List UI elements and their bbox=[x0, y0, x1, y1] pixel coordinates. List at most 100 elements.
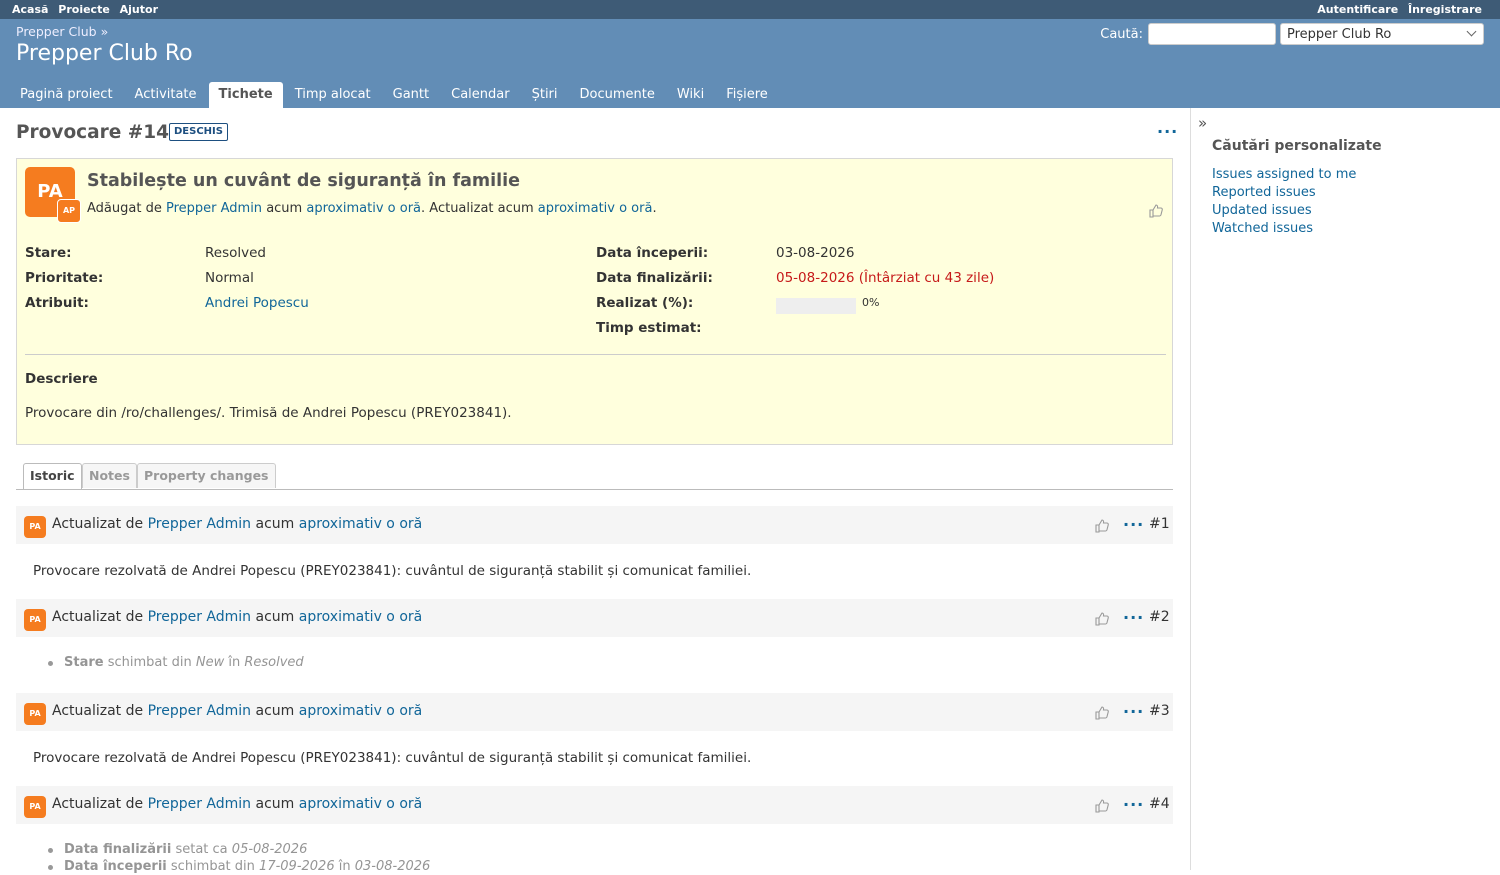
sidebar-toggle-icon[interactable]: » bbox=[1198, 114, 1207, 132]
sidebar-item-reported[interactable]: Reported issues bbox=[1212, 184, 1356, 202]
journal-author-link[interactable]: Prepper Admin bbox=[148, 609, 251, 625]
detail-new-value: Resolved bbox=[244, 655, 304, 670]
sidebar-heading: Căutări personalizate bbox=[1212, 138, 1382, 154]
project-jump-select[interactable]: Prepper Club Ro bbox=[1280, 23, 1484, 45]
avatar: PA bbox=[24, 796, 46, 818]
detail-field: Data începerii bbox=[64, 859, 167, 874]
journal-time-link[interactable]: aproximativ o oră bbox=[299, 796, 422, 812]
updated-time-link[interactable]: aproximativ o oră bbox=[538, 201, 653, 216]
top-menu-help[interactable]: Ajutor bbox=[120, 3, 158, 16]
thumbs-up-icon[interactable] bbox=[1094, 518, 1110, 534]
journal-time-link[interactable]: aproximativ o oră bbox=[299, 609, 422, 625]
search-label: Caută: bbox=[1100, 26, 1143, 42]
tab-gantt[interactable]: Gantt bbox=[383, 82, 439, 108]
journal-time-link[interactable]: aproximativ o oră bbox=[299, 516, 422, 532]
journal-author-line: Actualizat de Prepper Admin acum aproxim… bbox=[52, 796, 422, 812]
attr-assignee-label: Atribuit: bbox=[25, 295, 89, 311]
tab-files[interactable]: Fișiere bbox=[716, 82, 778, 108]
journal-note: Provocare rezolvată de Andrei Popescu (P… bbox=[33, 750, 752, 766]
tab-property-changes[interactable]: Property changes bbox=[137, 463, 276, 488]
journal-more-icon[interactable]: ··· bbox=[1123, 795, 1144, 814]
sidebar-item-assigned[interactable]: Issues assigned to me bbox=[1212, 166, 1356, 184]
journal-header: PA Actualizat de Prepper Admin acum apro… bbox=[16, 599, 1173, 637]
tab-news[interactable]: Știri bbox=[522, 82, 568, 108]
tab-calendar[interactable]: Calendar bbox=[441, 82, 519, 108]
tab-project-page[interactable]: Pagină proiect bbox=[10, 82, 123, 108]
journal-mid: acum bbox=[255, 796, 295, 812]
divider bbox=[25, 354, 1166, 355]
detail-verb: setat ca bbox=[175, 842, 228, 857]
description-text: Provocare din /ro/challenges/. Trimisă d… bbox=[25, 405, 512, 421]
search-input[interactable] bbox=[1148, 23, 1276, 45]
attr-start-label: Data începerii: bbox=[596, 245, 709, 261]
journal-more-icon[interactable]: ··· bbox=[1123, 515, 1144, 534]
detail-field: Stare bbox=[64, 655, 104, 670]
status-badge: DESCHIS bbox=[169, 123, 228, 141]
top-menu-login[interactable]: Autentificare bbox=[1317, 3, 1398, 16]
project-jump-value: Prepper Club Ro bbox=[1287, 27, 1392, 42]
thumbs-up-icon[interactable] bbox=[1094, 798, 1110, 814]
detail-conj: în bbox=[228, 655, 241, 670]
top-menu-register[interactable]: Înregistrare bbox=[1408, 3, 1482, 16]
author-link[interactable]: Prepper Admin bbox=[166, 201, 262, 216]
thumbs-up-icon[interactable] bbox=[1094, 611, 1110, 627]
author-line: Adăugat de Prepper Admin acum aproximati… bbox=[87, 201, 657, 216]
journal-detail-item: Data finalizării setat ca 05-08-2026 bbox=[48, 841, 430, 858]
tab-notes[interactable]: Notes bbox=[82, 463, 137, 488]
tab-wiki[interactable]: Wiki bbox=[667, 82, 714, 108]
journal-detail-item: Stare schimbat din New în Resolved bbox=[48, 654, 304, 671]
assignee-avatar: AP bbox=[57, 199, 81, 223]
journal-time-link[interactable]: aproximativ o oră bbox=[299, 703, 422, 719]
project-title: Prepper Club Ro bbox=[16, 41, 193, 66]
attr-priority-value: Normal bbox=[205, 270, 254, 286]
journal-prefix: Actualizat de bbox=[52, 516, 144, 532]
quick-search: Caută: Prepper Club Ro bbox=[1100, 23, 1484, 45]
journal-more-icon[interactable]: ··· bbox=[1123, 702, 1144, 721]
history-tabs: Istoric Notes Property changes bbox=[16, 463, 1173, 490]
journal-author-link[interactable]: Prepper Admin bbox=[148, 703, 251, 719]
content: Provocare #14 DESCHIS ··· PA AP Stabileș… bbox=[0, 108, 1190, 874]
journal-mid: acum bbox=[255, 609, 295, 625]
journal-mid: acum bbox=[255, 703, 295, 719]
updated-prefix: . Actualizat acum bbox=[421, 201, 534, 216]
updated-suffix: . bbox=[652, 201, 657, 216]
journal-header: PA Actualizat de Prepper Admin acum apro… bbox=[16, 506, 1173, 544]
journal-number-link[interactable]: #4 bbox=[1149, 796, 1170, 812]
detail-new-value: 03-08-2026 bbox=[354, 859, 431, 874]
journal-author-link[interactable]: Prepper Admin bbox=[148, 796, 251, 812]
issue-subject: Stabilește un cuvânt de siguranță în fam… bbox=[87, 171, 521, 191]
journal-more-icon[interactable]: ··· bbox=[1123, 608, 1144, 627]
progress-percent: 0% bbox=[862, 296, 880, 309]
journal-header: PA Actualizat de Prepper Admin acum apro… bbox=[16, 693, 1173, 731]
attr-assignee-link[interactable]: Andrei Popescu bbox=[205, 295, 309, 311]
attr-priority-label: Prioritate: bbox=[25, 270, 104, 286]
journal-prefix: Actualizat de bbox=[52, 609, 144, 625]
tab-documents[interactable]: Documente bbox=[570, 82, 665, 108]
sidebar-item-watched[interactable]: Watched issues bbox=[1212, 220, 1356, 238]
issue-title: Provocare #14 bbox=[16, 122, 169, 143]
journal-prefix: Actualizat de bbox=[52, 703, 144, 719]
avatar: PA bbox=[24, 516, 46, 538]
avatar: PA bbox=[24, 609, 46, 631]
tab-issues[interactable]: Tichete bbox=[208, 82, 283, 108]
chevron-down-icon bbox=[1466, 26, 1477, 37]
journal-author-link[interactable]: Prepper Admin bbox=[148, 516, 251, 532]
thumbs-up-icon[interactable] bbox=[1094, 705, 1110, 721]
sidebar-queries: Issues assigned to me Reported issues Up… bbox=[1212, 166, 1356, 238]
top-menu-projects[interactable]: Proiecte bbox=[58, 3, 110, 16]
journal-number-link[interactable]: #3 bbox=[1149, 703, 1170, 719]
thumbs-up-icon[interactable] bbox=[1148, 203, 1164, 219]
sidebar: » Căutări personalizate Issues assigned … bbox=[1190, 108, 1500, 870]
added-time-link[interactable]: aproximativ o oră bbox=[306, 201, 421, 216]
journal-number-link[interactable]: #2 bbox=[1149, 609, 1170, 625]
issue-actions-more-icon[interactable]: ··· bbox=[1157, 122, 1178, 141]
journal-number-link[interactable]: #1 bbox=[1149, 516, 1170, 532]
parent-project-link[interactable]: Prepper Club » bbox=[16, 24, 108, 39]
tab-activity[interactable]: Activitate bbox=[125, 82, 207, 108]
tab-history[interactable]: Istoric bbox=[23, 463, 82, 489]
attr-due-label: Data finalizării: bbox=[596, 270, 713, 286]
top-menu-home[interactable]: Acasă bbox=[12, 3, 48, 16]
sidebar-item-updated[interactable]: Updated issues bbox=[1212, 202, 1356, 220]
tab-time-entries[interactable]: Timp alocat bbox=[285, 82, 381, 108]
added-prefix: Adăugat de bbox=[87, 201, 162, 216]
